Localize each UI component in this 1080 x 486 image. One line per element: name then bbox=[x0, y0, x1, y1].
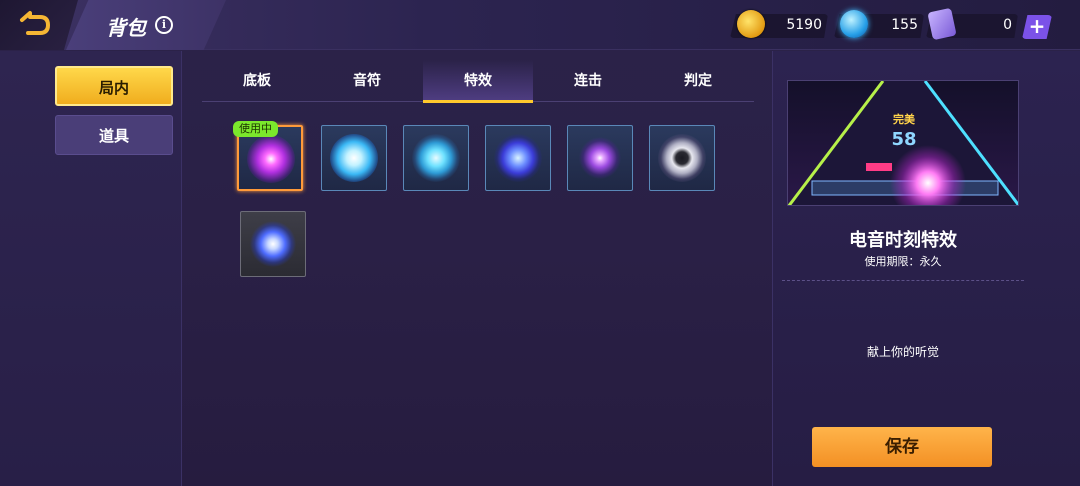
purple-star-flare-effect-icon bbox=[576, 134, 624, 182]
save-button[interactable]: 保存 bbox=[812, 427, 992, 467]
divider bbox=[782, 280, 1024, 281]
tab-effects[interactable]: 特效 bbox=[423, 60, 533, 103]
blue-orb-effect-icon bbox=[330, 134, 378, 182]
tab-judgement[interactable]: 判定 bbox=[643, 60, 753, 102]
info-icon[interactable]: i bbox=[155, 16, 173, 34]
ticket-value: 0 bbox=[1003, 17, 1012, 33]
page-title: 背包 bbox=[106, 16, 146, 40]
preview-track-image: 完美 58 bbox=[788, 81, 1018, 205]
sidebar: 局内 道具 bbox=[0, 51, 182, 486]
effect-item[interactable] bbox=[485, 125, 551, 191]
effect-item[interactable] bbox=[567, 125, 633, 191]
tab-notes[interactable]: 音符 bbox=[312, 60, 422, 102]
sidebar-item-props[interactable]: 道具 bbox=[55, 115, 173, 155]
effect-item[interactable] bbox=[240, 211, 306, 277]
purple-starburst-effect-icon bbox=[247, 135, 295, 183]
effect-item[interactable] bbox=[321, 125, 387, 191]
coin-value: 5190 bbox=[786, 17, 822, 33]
coin-icon bbox=[737, 10, 765, 38]
blue-disco-orb-effect-icon bbox=[494, 134, 542, 182]
title-tab bbox=[66, 0, 226, 50]
back-arrow-icon bbox=[20, 11, 50, 35]
effect-item[interactable] bbox=[649, 125, 715, 191]
effect-item[interactable] bbox=[403, 125, 469, 191]
preview-combo-text: 58 bbox=[891, 129, 916, 150]
sidebar-item-ingame[interactable]: 局内 bbox=[55, 66, 173, 106]
blue-flash-effect-icon bbox=[249, 220, 297, 268]
blue-sparkle-effect-icon bbox=[412, 134, 460, 182]
effect-description: 献上你的听觉 bbox=[866, 345, 939, 359]
in-use-badge: 使用中 bbox=[233, 121, 278, 137]
effect-name: 电音时刻特效 bbox=[849, 230, 957, 251]
tab-board[interactable]: 底板 bbox=[202, 60, 312, 102]
gem-value: 155 bbox=[891, 17, 918, 33]
effect-preview: 完美 58 bbox=[787, 80, 1019, 206]
tab-combo[interactable]: 连击 bbox=[533, 60, 643, 102]
preview-judgement-text: 完美 bbox=[893, 112, 916, 126]
effect-period: 使用期限：永久 bbox=[864, 255, 942, 268]
white-ring-burst-effect-icon bbox=[658, 134, 706, 182]
gem-icon bbox=[840, 10, 868, 38]
category-tabs: 底板 音符 特效 连击 判定 bbox=[202, 60, 754, 103]
